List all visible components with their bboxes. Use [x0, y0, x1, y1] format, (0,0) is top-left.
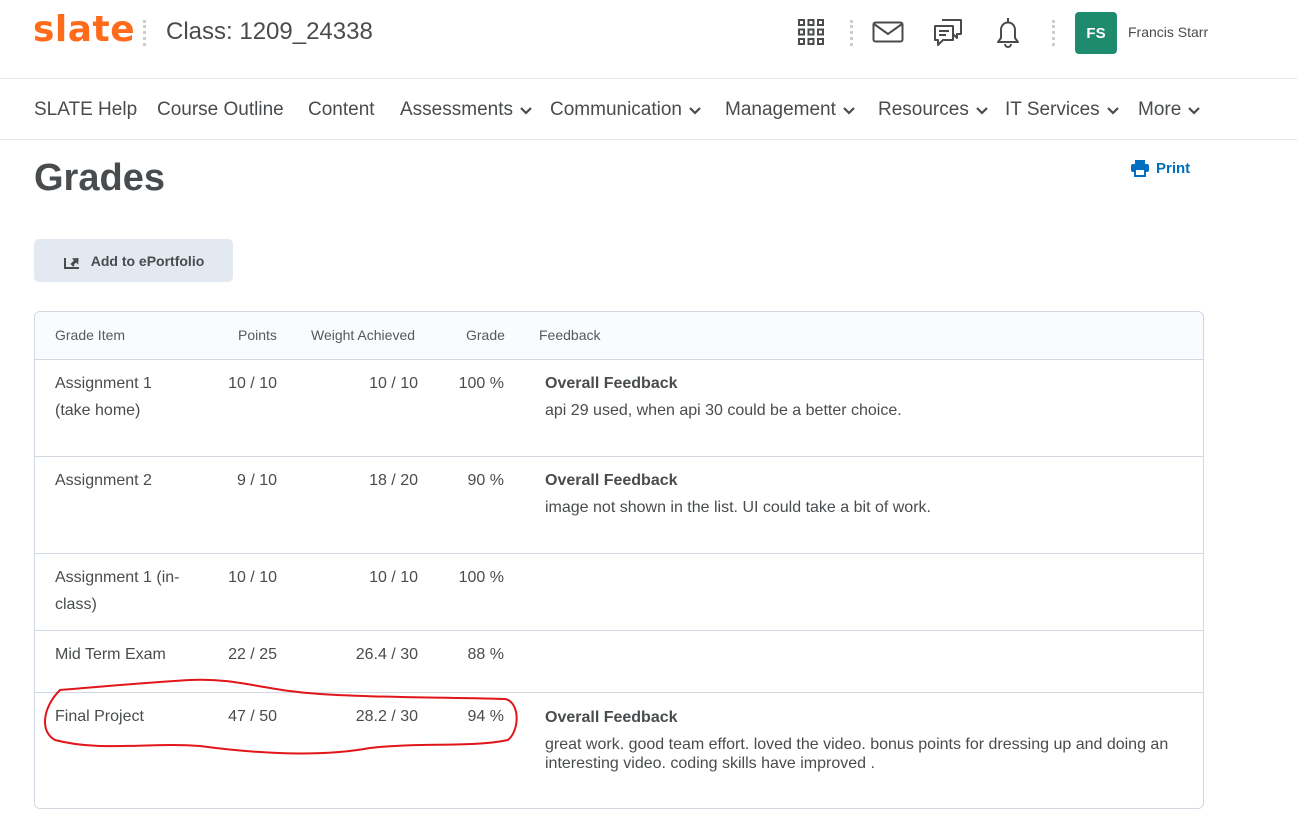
table-row: Assignment 2 9 / 10 18 / 20 90 % Overall…	[35, 457, 1203, 554]
page-title: Grades	[34, 157, 165, 199]
slate-logo[interactable]: slate	[33, 10, 135, 50]
grade-value: 94 %	[467, 708, 504, 725]
table-row: Final Project 47 / 50 28.2 / 30 94 % Ove…	[35, 693, 1203, 808]
column-header-feedback: Feedback	[539, 327, 601, 343]
column-header-grade-item: Grade Item	[55, 327, 126, 343]
feedback-text: api 29 used, when api 30 could be a bett…	[545, 402, 902, 419]
grade-item-name: Assignment 1 (take home)	[55, 370, 152, 424]
grade-item-line: Final Project	[55, 708, 144, 725]
nav-it-services[interactable]: IT Services	[1005, 79, 1119, 140]
header-divider	[143, 20, 146, 46]
table-header: Grade Item Points Weight Achieved Grade …	[35, 312, 1203, 360]
chevron-down-icon	[1188, 106, 1201, 115]
column-header-points: Points	[238, 327, 277, 343]
chevron-down-icon	[843, 106, 855, 115]
nav-assessments[interactable]: Assessments	[400, 79, 532, 140]
course-nav: SLATE Help Course Outline Content Assess…	[0, 79, 1297, 140]
nav-resources[interactable]: Resources	[878, 79, 988, 140]
table-row: Mid Term Exam 22 / 25 26.4 / 30 88 %	[35, 631, 1203, 693]
nav-label: More	[1138, 98, 1182, 120]
grade-item-line: Assignment 1 (in-	[55, 569, 180, 586]
nav-course-outline[interactable]: Course Outline	[157, 79, 284, 140]
grade-value: 100 %	[458, 569, 504, 586]
nav-label: Course Outline	[157, 98, 284, 120]
nav-communication[interactable]: Communication	[550, 79, 701, 140]
chevron-down-icon	[520, 106, 532, 115]
grade-item-line: Assignment 2	[55, 472, 152, 489]
nav-label: Resources	[878, 98, 969, 120]
class-title: Class: 1209_24338	[166, 18, 373, 45]
feedback: Overall Feedback image not shown in the …	[545, 467, 931, 521]
points-value: 10 / 10	[228, 569, 277, 586]
feedback-title: Overall Feedback	[545, 709, 678, 726]
weight-value: 18 / 20	[369, 472, 418, 489]
points-value: 10 / 10	[228, 375, 277, 392]
chat-icon[interactable]	[931, 15, 965, 49]
grade-value: 90 %	[467, 472, 504, 489]
chevron-down-icon	[1106, 106, 1119, 115]
print-button[interactable]: Print	[1130, 159, 1190, 177]
feedback-text: image not shown in the list. UI could ta…	[545, 499, 931, 516]
weight-value: 26.4 / 30	[355, 646, 418, 663]
column-header-grade: Grade	[466, 327, 505, 343]
feedback: Overall Feedback great work. good team e…	[545, 704, 1190, 773]
table-row: Assignment 1 (in- class) 10 / 10 10 / 10…	[35, 554, 1203, 631]
grade-item-name: Mid Term Exam	[55, 641, 166, 668]
chevron-down-icon	[689, 106, 701, 115]
nav-management[interactable]: Management	[725, 79, 855, 140]
grades-table: Grade Item Points Weight Achieved Grade …	[34, 311, 1204, 809]
feedback-title: Overall Feedback	[545, 472, 678, 489]
weight-value: 28.2 / 30	[355, 708, 418, 725]
grade-item-name: Assignment 2	[55, 467, 152, 494]
grade-value: 88 %	[467, 646, 504, 663]
chevron-down-icon	[976, 106, 988, 115]
nav-content[interactable]: Content	[308, 79, 375, 140]
apps-grid-icon[interactable]	[794, 15, 828, 49]
column-header-weight-achieved: Weight Achieved	[311, 327, 416, 343]
weight-value: 10 / 10	[369, 569, 418, 586]
nav-label: Assessments	[400, 98, 513, 120]
printer-icon	[1131, 160, 1149, 177]
feedback-text: interesting video. coding skills have im…	[545, 755, 875, 772]
nav-label: SLATE Help	[34, 98, 138, 120]
grade-item-line: class)	[55, 596, 97, 613]
avatar[interactable]: FS	[1075, 12, 1117, 54]
user-name[interactable]: Francis Starr	[1128, 24, 1208, 40]
bell-icon[interactable]	[991, 15, 1025, 49]
points-value: 22 / 25	[228, 646, 277, 663]
grade-item-line: Mid Term Exam	[55, 646, 166, 663]
nav-slate-help[interactable]: SLATE Help	[34, 79, 137, 140]
nav-label: Management	[725, 98, 836, 120]
grade-item-name: Assignment 1 (in- class)	[55, 564, 180, 618]
nav-label: Content	[308, 98, 375, 120]
nav-label: IT Services	[1005, 98, 1100, 120]
table-row: Assignment 1 (take home) 10 / 10 10 / 10…	[35, 360, 1203, 457]
grade-item-line: (take home)	[55, 402, 141, 419]
header-divider	[850, 20, 853, 46]
mail-icon[interactable]	[871, 15, 905, 49]
feedback-text: great work. good team effort. loved the …	[545, 736, 1169, 753]
grade-value: 100 %	[458, 375, 504, 392]
feedback: Overall Feedback api 29 used, when api 3…	[545, 370, 902, 424]
nav-more[interactable]: More	[1138, 79, 1201, 140]
weight-value: 10 / 10	[369, 375, 418, 392]
points-value: 47 / 50	[228, 708, 277, 725]
grade-item-line: Assignment 1	[55, 375, 152, 392]
points-value: 9 / 10	[236, 472, 277, 489]
print-label: Print	[1156, 159, 1191, 177]
eportfolio-label: Add to ePortfolio	[90, 252, 205, 269]
feedback-title: Overall Feedback	[545, 375, 678, 392]
grade-item-name: Final Project	[55, 703, 144, 730]
header-divider	[1052, 20, 1055, 46]
add-to-eportfolio-button[interactable]: Add to ePortfolio	[34, 239, 233, 282]
eportfolio-icon	[63, 257, 79, 269]
nav-label: Communication	[550, 98, 682, 120]
top-header: slate Class: 1209_24338 FS Francis Starr	[0, 0, 1297, 79]
